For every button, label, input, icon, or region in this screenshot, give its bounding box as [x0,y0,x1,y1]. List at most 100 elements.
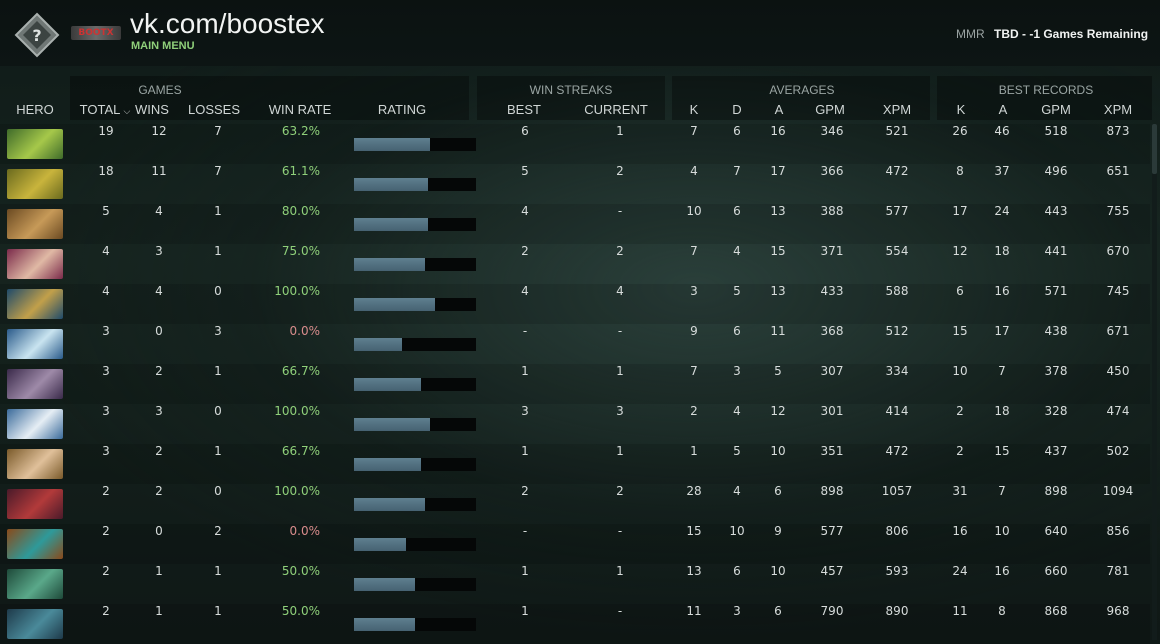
avg-d-cell: 4 [733,484,741,498]
hero-portrait[interactable] [7,329,63,359]
avg-gpm-cell: 368 [820,324,844,338]
hero-portrait[interactable] [7,369,63,399]
hero-portrait[interactable] [7,209,63,239]
col-win-rate[interactable]: WIN RATE [264,102,336,117]
col-avg-k[interactable]: K [684,102,704,117]
avg-d-cell: 4 [733,404,741,418]
best-xpm-cell: 474 [1106,404,1130,418]
best-xpm-cell: 502 [1106,444,1130,458]
hero-portrait[interactable] [7,609,63,639]
win-rate-cell: 50.0% [281,564,320,578]
hero-row[interactable]: 18 11 7 5 2 4 7 17 366 472 8 37 496 651 61.1% [0,164,1150,204]
hero-row[interactable]: 2 1 1 1 1 13 6 10 457 593 24 16 660 781 50.0% [0,564,1150,604]
best-streak-cell: 3 [521,404,529,418]
top-bar: ? BOOTX vk.com/boostex MAIN MENU MMR TBD… [0,0,1160,66]
col-avg-a[interactable]: A [769,102,789,117]
avg-xpm-cell: 890 [885,604,909,618]
rating-bar [354,138,476,151]
col-losses[interactable]: LOSSES [186,102,242,117]
best-a-cell: 8 [998,604,1006,618]
col-total-label: TOTAL [79,102,120,117]
losses-cell: 1 [214,364,222,378]
col-rating[interactable]: RATING [368,102,436,117]
hero-portrait[interactable] [7,569,63,599]
best-xpm-cell: 968 [1106,604,1130,618]
hero-row[interactable]: 3 0 3 - - 9 6 11 368 512 15 17 438 671 0.0% [0,324,1150,364]
wins-cell: 4 [155,204,163,218]
rating-bar [354,498,476,511]
col-best-a[interactable]: A [993,102,1013,117]
col-avg-d[interactable]: D [727,102,747,117]
best-k-cell: 2 [956,404,964,418]
col-best-k[interactable]: K [951,102,971,117]
col-best-gpm[interactable]: GPM [1036,102,1076,117]
scrollbar-thumb[interactable] [1152,124,1157,174]
hero-portrait[interactable] [7,529,63,559]
avg-k-cell: 9 [690,324,698,338]
hero-row[interactable]: 3 3 0 3 3 2 4 12 301 414 2 18 328 474 100.0% [0,404,1150,444]
best-streak-cell: 2 [521,484,529,498]
best-a-cell: 16 [994,564,1010,578]
win-rate-cell: 0.0% [289,324,321,338]
scrollbar[interactable] [1152,124,1157,640]
col-avg-xpm[interactable]: XPM [877,102,917,117]
main-menu-link[interactable]: MAIN MENU [131,40,195,52]
best-streak-cell: 5 [521,164,529,178]
total-cell: 4 [102,284,110,298]
hero-portrait[interactable] [7,129,63,159]
hero-portrait[interactable] [7,289,63,319]
avg-k-cell: 2 [690,404,698,418]
wins-cell: 0 [155,324,163,338]
hero-row[interactable]: 2 0 2 - - 15 10 9 577 806 16 10 640 856 0.0% [0,524,1150,564]
col-current-streak[interactable]: CURRENT [584,102,648,117]
hero-portrait[interactable] [7,249,63,279]
hero-portrait[interactable] [7,409,63,439]
col-wins[interactable]: WINS [132,102,172,117]
avg-d-cell: 6 [733,124,741,138]
best-gpm-cell: 898 [1044,484,1068,498]
avg-gpm-cell: 301 [820,404,844,418]
rating-bar-fill [354,578,415,591]
avg-gpm-cell: 898 [820,484,844,498]
hero-row[interactable]: 3 2 1 1 1 7 3 5 307 334 10 7 378 450 66.7% [0,364,1150,404]
hero-row[interactable]: 2 2 0 2 2 28 4 6 898 1057 31 7 898 1094 100.0% [0,484,1150,524]
hero-row[interactable]: 3 2 1 1 1 1 5 10 351 472 2 15 437 502 66.7% [0,444,1150,484]
avg-d-cell: 3 [733,604,741,618]
rank-unknown-icon[interactable]: ? [14,12,60,58]
avg-gpm-cell: 351 [820,444,844,458]
hero-row[interactable]: 5 4 1 4 - 10 6 13 388 577 17 24 443 755 80.0% [0,204,1150,244]
avg-k-cell: 7 [690,364,698,378]
best-a-cell: 18 [994,244,1010,258]
avg-k-cell: 4 [690,164,698,178]
current-streak-cell: 1 [616,564,624,578]
total-cell: 2 [102,564,110,578]
hero-row[interactable]: 4 4 0 4 4 3 5 13 433 588 6 16 571 745 100.0% [0,284,1150,324]
rating-bar [354,418,476,431]
hero-row[interactable]: 4 3 1 2 2 7 4 15 371 554 12 18 441 670 75.0% [0,244,1150,284]
col-total[interactable]: TOTAL ⌵ [76,102,134,117]
rating-bar-fill [354,538,406,551]
losses-cell: 0 [214,284,222,298]
losses-cell: 7 [214,164,222,178]
hero-portrait[interactable] [7,489,63,519]
sort-desc-icon: ⌵ [123,106,131,116]
wins-cell: 2 [155,484,163,498]
rating-bar [354,458,476,471]
total-cell: 3 [102,324,110,338]
hero-row[interactable]: 19 12 7 6 1 7 6 16 346 521 26 46 518 873 63.2% [0,124,1150,164]
best-k-cell: 17 [952,204,968,218]
col-best-xpm[interactable]: XPM [1098,102,1138,117]
col-avg-gpm[interactable]: GPM [810,102,850,117]
wins-cell: 1 [155,564,163,578]
avg-gpm-cell: 307 [820,364,844,378]
col-hero[interactable]: HERO [8,102,62,117]
rating-bar [354,258,476,271]
hero-portrait[interactable] [7,169,63,199]
col-best-streak[interactable]: BEST [500,102,548,117]
best-xpm-cell: 1094 [1102,484,1134,498]
hero-row[interactable]: 2 1 1 1-11 3 6 790 890 11 8 868 968 50.0% [0,604,1150,644]
hero-portrait[interactable] [7,449,63,479]
losses-cell: 7 [214,124,222,138]
rating-bar-fill [354,218,428,231]
best-gpm-cell: 437 [1044,444,1068,458]
